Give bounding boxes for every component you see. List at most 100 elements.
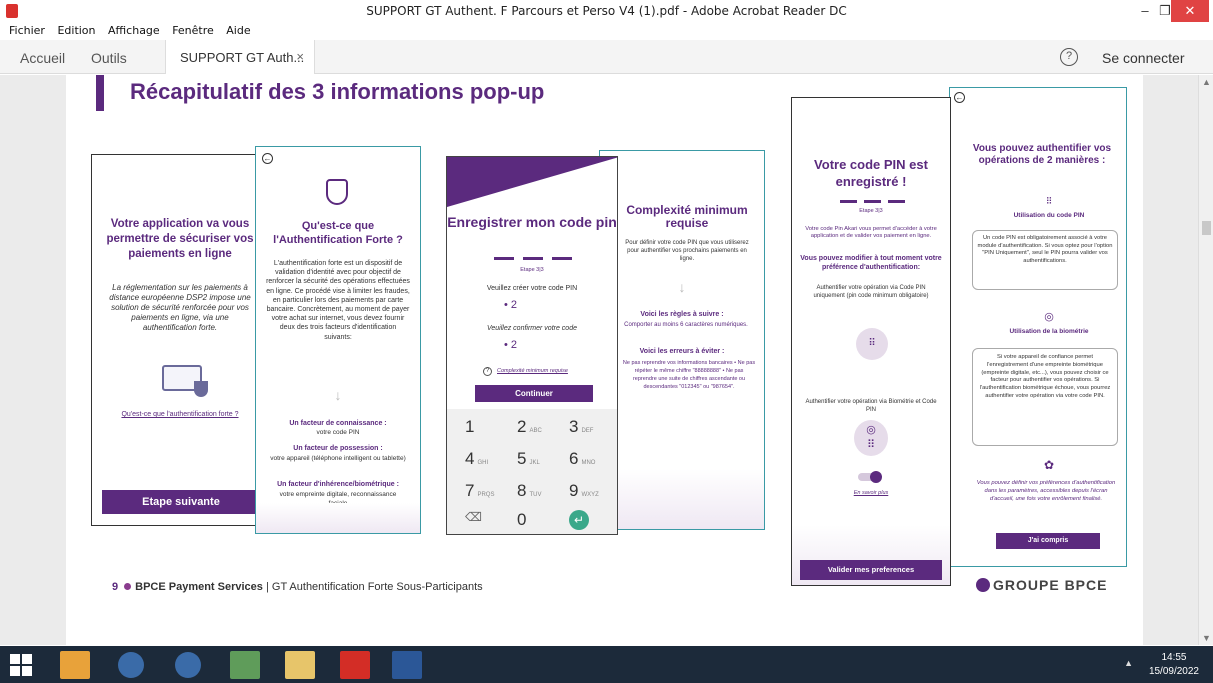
tab-tools[interactable]: Outils: [91, 50, 127, 66]
clock-date: 15/09/2022: [1148, 666, 1199, 677]
menu-edit[interactable]: Edition: [57, 24, 95, 37]
pin-keypad-icon[interactable]: ⠿: [856, 328, 888, 360]
keypad-key[interactable]: 0: [517, 510, 526, 530]
tab-home[interactable]: Accueil: [20, 50, 65, 66]
preference-toggle[interactable]: [858, 471, 882, 483]
keypad-key[interactable]: 5 JKL: [517, 449, 540, 469]
fingerprint-icon: ◎: [1044, 311, 1054, 323]
keypad-letters: JKL: [529, 460, 540, 466]
chrome-icon[interactable]: [175, 652, 201, 678]
step-progress: [494, 257, 572, 260]
factor1-title: Un facteur de connaissance :: [289, 420, 387, 427]
menu-help[interactable]: Aide: [226, 24, 250, 37]
vertical-scrollbar[interactable]: ▲ ▼: [1198, 75, 1213, 645]
card2-heading: Qu'est-ce que l'Authentification Forte ?: [273, 220, 403, 246]
keypad-key[interactable]: ↵: [569, 510, 589, 530]
keypad-key[interactable]: 8 TUV: [517, 481, 541, 501]
card5-intro: Votre code Pin Akari vous permet d'accéd…: [805, 226, 937, 239]
keypad-key[interactable]: 2 ABC: [517, 417, 542, 437]
option-bio-pin[interactable]: Authentifier votre opération via Biométr…: [804, 398, 938, 414]
factor3-title: Un facteur d'inhérence/biométrique :: [277, 481, 399, 488]
rules-text: Comporter au moins 6 caractères numériqu…: [624, 322, 748, 328]
keypad-digit: 9: [569, 481, 579, 500]
down-arrow-icon: ↓: [678, 279, 686, 295]
keypad-digit: 8: [517, 481, 527, 500]
card1-link[interactable]: Qu'est-ce que l'authentification forte ?: [102, 411, 258, 418]
menu-file[interactable]: Fichier: [9, 24, 45, 37]
clock-time: 14:55: [1161, 652, 1187, 663]
fingerprint-pin-icon[interactable]: ◎ ⠿: [854, 420, 888, 456]
word-icon[interactable]: [392, 651, 422, 679]
bpce-logo-text: GROUPE BPCE: [993, 577, 1108, 593]
keypad-key[interactable]: 9 WXYZ: [569, 481, 599, 501]
acrobat-reader-icon[interactable]: [340, 651, 370, 679]
keypad-digit: 2: [517, 417, 527, 436]
image-viewer-icon[interactable]: [230, 651, 260, 679]
keypad-letters: TUV: [529, 492, 542, 498]
slide-title: Récapitulatif des 3 informations pop-up: [130, 79, 545, 104]
create-pin-input[interactable]: • 2: [504, 299, 517, 311]
menu-view[interactable]: Affichage: [108, 24, 160, 37]
title-bar: SUPPORT GT Authent. F Parcours et Perso …: [0, 0, 1213, 22]
keypad-letters: DEF: [581, 428, 594, 434]
tab-bar: Accueil Outils SUPPORT GT Auth... × ? Se…: [0, 40, 1213, 74]
complexity-link[interactable]: Complexité minimum requise: [497, 368, 568, 374]
decorative-wave: [256, 503, 420, 533]
popup-card-two-ways: ← Vous pouvez authentifier vos opération…: [949, 87, 1127, 567]
outlook-icon[interactable]: [60, 651, 90, 679]
scrollbar-thumb[interactable]: [1202, 221, 1211, 235]
tray-expand-icon[interactable]: ▲: [1124, 658, 1133, 668]
learn-more-link[interactable]: En savoir plus: [792, 490, 950, 496]
confirm-pin-input[interactable]: • 2: [504, 339, 517, 351]
keypad-digit: ⌫: [465, 510, 482, 524]
keypad-key[interactable]: 3 DEF: [569, 417, 593, 437]
bullet-dot-icon: [124, 583, 132, 590]
signin-link[interactable]: Se connecter: [1102, 50, 1185, 66]
card1-heading: Votre application va vous permettre de s…: [106, 218, 254, 260]
menu-window[interactable]: Fenêtre: [172, 24, 214, 37]
keypad-key[interactable]: 4 GHI: [465, 449, 488, 469]
document-viewer[interactable]: Récapitulatif des 3 informations pop-up …: [0, 75, 1213, 645]
understood-button[interactable]: J'ai compris: [996, 533, 1100, 549]
groupe-bpce-logo: GROUPE BPCE: [976, 577, 1107, 593]
factor2-text: votre appareil (téléphone intelligent ou…: [270, 455, 406, 462]
card6-heading: Vous pouvez authentifier vos opérations …: [972, 143, 1112, 166]
keypad-letters: MNO: [581, 460, 596, 466]
keypad-key[interactable]: 1: [465, 417, 474, 437]
page-number: 9: [112, 581, 119, 593]
help-icon[interactable]: ?: [1060, 48, 1078, 66]
tab-document[interactable]: SUPPORT GT Auth... ×: [165, 40, 315, 74]
scroll-down-icon[interactable]: ▼: [1202, 633, 1211, 643]
keypad-key[interactable]: 6 MNO: [569, 449, 595, 469]
tab-document-label: SUPPORT GT Auth...: [180, 50, 305, 65]
keypad-letters: ABC: [529, 428, 542, 434]
menu-bar: Fichier Edition Affichage Fenêtre Aide: [0, 22, 1213, 40]
scroll-up-icon[interactable]: ▲: [1202, 77, 1211, 87]
keypad-key[interactable]: ⌫: [465, 510, 482, 524]
keypad-key[interactable]: 7 PRQS: [465, 481, 494, 501]
help-circle-icon: ?: [483, 367, 492, 376]
step-label: Etape 3|3: [859, 208, 883, 214]
chrome-icon[interactable]: [118, 652, 144, 678]
clock[interactable]: 14:55 15/09/2022: [1149, 651, 1199, 679]
bio-usage-title: Utilisation de la biométrie: [1009, 328, 1089, 335]
continue-button[interactable]: Continuer: [475, 385, 593, 402]
card5-heading: Votre code PIN est enregistré !: [814, 157, 928, 189]
back-arrow-icon[interactable]: ←: [954, 92, 965, 103]
windows-taskbar: ▲ 14:55 15/09/2022: [0, 646, 1213, 683]
footer-company: BPCE Payment Services: [135, 581, 263, 593]
card-shield-icon: [162, 365, 208, 397]
close-tab-icon[interactable]: ×: [296, 49, 304, 64]
next-step-button[interactable]: Etape suivante: [102, 490, 260, 514]
close-button[interactable]: ✕: [1171, 0, 1209, 22]
back-arrow-icon[interactable]: ←: [262, 153, 273, 164]
popup-card-pin-entry: Enregistrer mon code pin Etape 3|3 Veuil…: [446, 156, 618, 535]
confirm-pin-label: Veuillez confirmer votre code: [486, 325, 577, 332]
create-pin-label: Veuillez créer votre code PIN: [486, 285, 578, 292]
option-pin-only[interactable]: Authentifier votre opération via Code PI…: [806, 284, 936, 300]
title-accent-bar: [96, 75, 104, 111]
errors-text: Ne pas reprendre vos informations bancai…: [622, 360, 756, 390]
windows-start-icon[interactable]: [10, 654, 32, 676]
validate-preferences-button[interactable]: Valider mes preferences: [800, 560, 942, 580]
file-explorer-icon[interactable]: [285, 651, 315, 679]
